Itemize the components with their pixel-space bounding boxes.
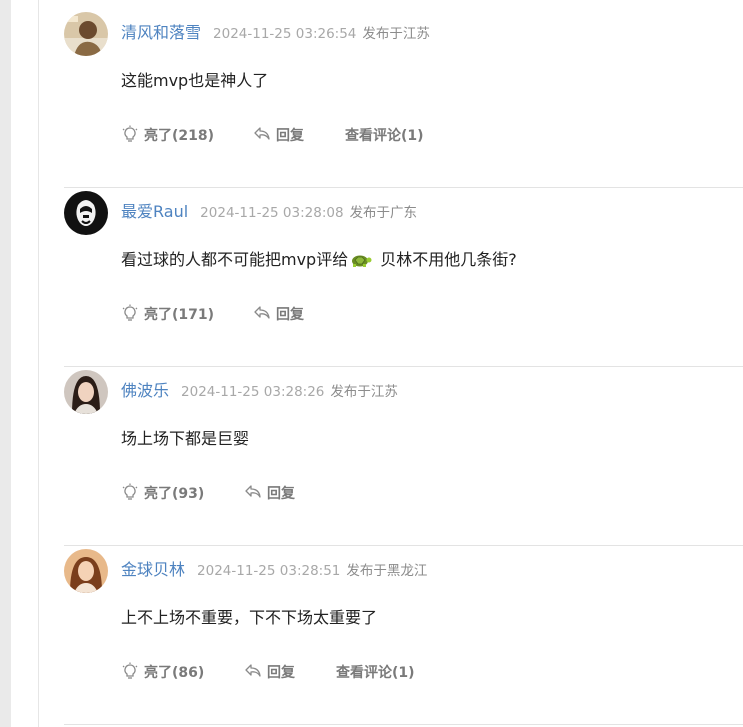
location: 发布于广东 [349,205,418,221]
comment-text: 看过球的人都不可能把mvp评给 贝林不用他几条街? [121,247,517,273]
like-button[interactable]: 亮了(171) [121,303,214,327]
like-label: 亮了(218) [144,128,215,144]
comment-item: 佛波乐 2024-11-25 03:28:26 发布于江苏 场上场下都是巨婴 亮了(… [64,370,743,549]
reply-button[interactable]: 回复 [253,124,304,148]
location: 发布于江苏 [362,26,430,42]
like-button[interactable]: 亮了(93) [121,482,204,506]
reply-arrow-icon [245,664,261,677]
comment-meta: 佛波乐 2024-11-25 03:28:26 发布于江苏 [121,379,398,403]
reply-arrow-icon [254,127,270,140]
reply-label: 回复 [267,665,295,681]
reply-label: 回复 [267,486,295,502]
location: 发布于黑龙江 [346,563,428,579]
avatar[interactable] [64,191,108,235]
reply-button[interactable]: 回复 [244,482,295,506]
timestamp: 2024-11-25 03:28:08 [200,205,344,221]
comment-item: 金球贝林 2024-11-25 03:28:51 发布于黑龙江 上不上场不重要，下不… [64,549,743,727]
like-button[interactable]: 亮了(218) [121,124,214,148]
turtle-icon [352,255,372,267]
view-replies-label: 查看评论(1) [336,665,415,681]
timestamp: 2024-11-25 03:26:54 [213,26,357,42]
comment-page: 清风和落雪 2024-11-25 03:26:54 发布于江苏 这能mvp也是神人了… [0,0,743,727]
like-button[interactable]: 亮了(86) [121,661,204,685]
comment-meta: 金球贝林 2024-11-25 03:28:51 发布于黑龙江 [121,558,427,582]
username[interactable]: 清风和落雪 [121,23,201,42]
view-replies-label: 查看评论(1) [345,128,424,144]
comment-meta: 最爱Raul 2024-11-25 03:28:08 发布于广东 [121,200,417,224]
comment-text: 上不上场不重要，下不下场太重要了 [121,608,378,627]
lightbulb-icon [122,483,138,500]
reply-arrow-icon [254,306,270,319]
comment-text-after: 贝林不用他几条街? [380,250,517,269]
like-label: 亮了(86) [144,665,205,681]
reply-button[interactable]: 回复 [253,303,304,327]
location: 发布于江苏 [330,384,398,400]
reply-button[interactable]: 回复 [244,661,295,685]
avatar[interactable] [64,549,108,593]
lightbulb-icon [122,662,138,679]
comment-text-before: 看过球的人都不可能把mvp评给 [121,250,349,269]
divider [64,187,743,188]
like-label: 亮了(93) [144,486,205,502]
timestamp: 2024-11-25 03:28:26 [181,384,325,400]
view-replies-button[interactable]: 查看评论(1) [336,661,415,685]
comment-item: 清风和落雪 2024-11-25 03:26:54 发布于江苏 这能mvp也是神人了… [64,12,743,191]
divider [64,366,743,367]
content-border [38,0,39,727]
comment-text: 这能mvp也是神人了 [121,71,269,90]
avatar[interactable] [64,370,108,414]
view-replies-button[interactable]: 查看评论(1) [345,124,424,148]
username[interactable]: 金球贝林 [121,560,185,579]
comment-item: 最爱Raul 2024-11-25 03:28:08 发布于广东 看过球的人都不可能… [64,191,743,370]
reply-arrow-icon [245,485,261,498]
username[interactable]: 最爱Raul [121,202,188,221]
timestamp: 2024-11-25 03:28:51 [197,563,341,579]
lightbulb-icon [122,304,138,321]
reply-label: 回复 [276,128,304,144]
divider [64,545,743,546]
reply-label: 回复 [276,307,304,323]
lightbulb-icon [122,125,138,142]
left-gutter [0,0,11,727]
avatar[interactable] [64,12,108,56]
like-label: 亮了(171) [144,307,215,323]
comment-text: 场上场下都是巨婴 [121,429,250,448]
username[interactable]: 佛波乐 [121,381,169,400]
comment-meta: 清风和落雪 2024-11-25 03:26:54 发布于江苏 [121,21,430,45]
divider [64,724,743,725]
